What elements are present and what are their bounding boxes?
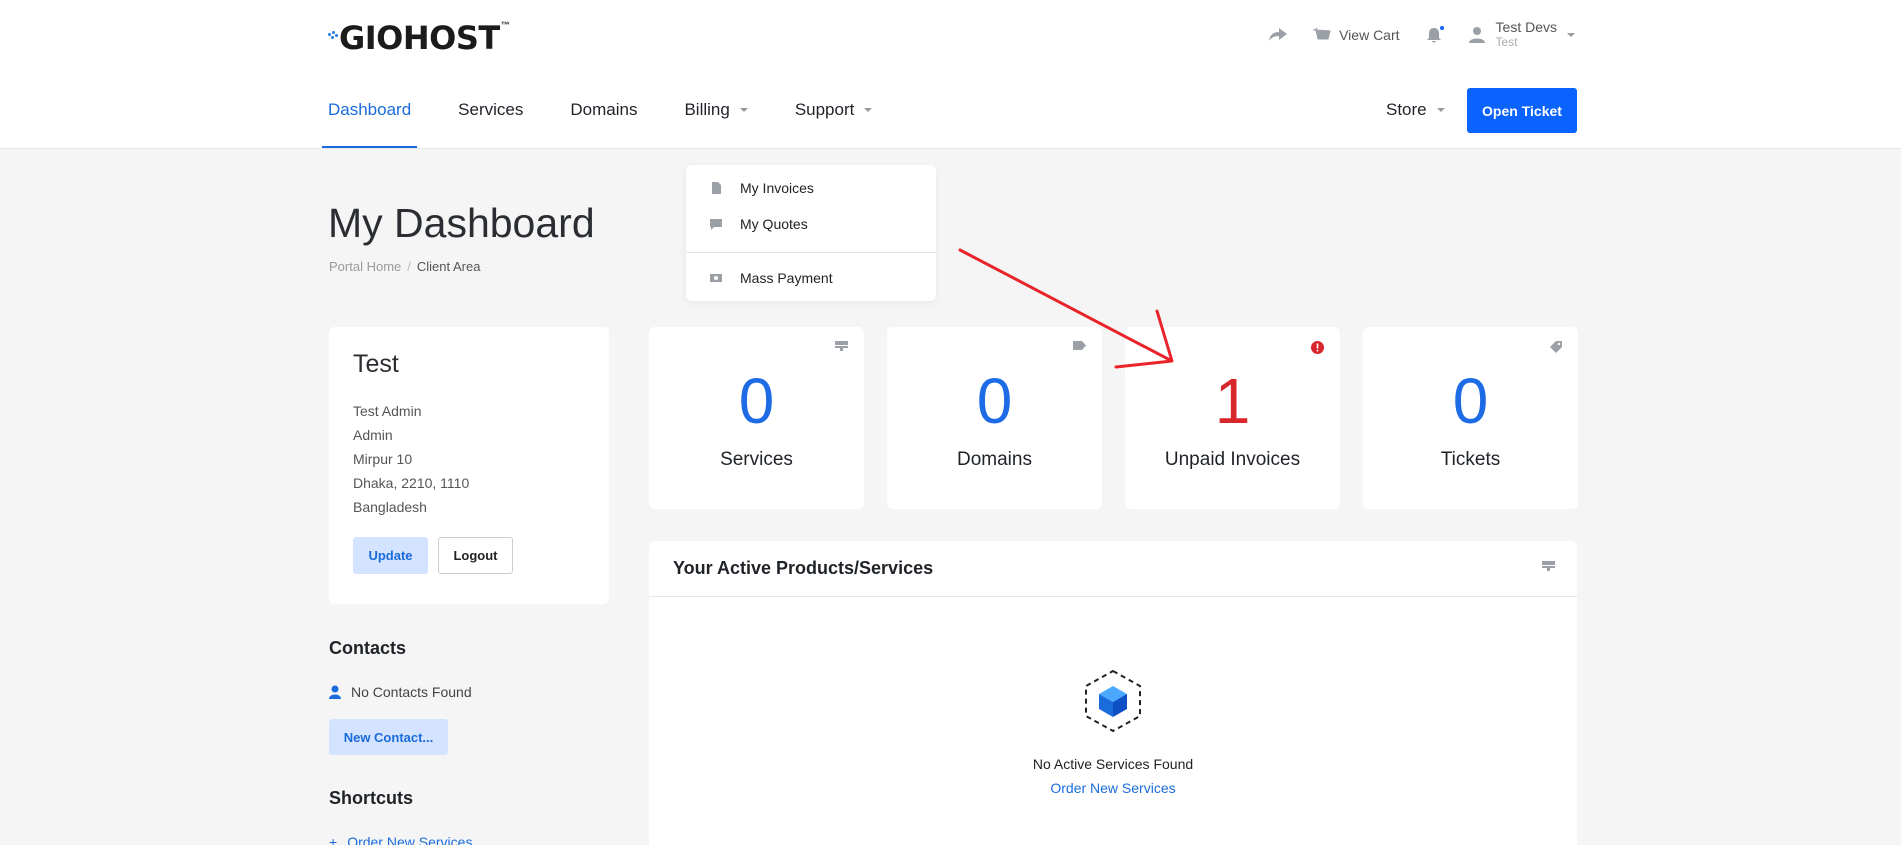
client-address-line: Bangladesh	[353, 499, 427, 515]
order-new-services-link[interactable]: Order New Services	[649, 780, 1577, 796]
no-contacts-row: No Contacts Found	[329, 684, 472, 700]
cart-icon	[1313, 27, 1331, 40]
nav-domains[interactable]: Domains	[564, 88, 643, 148]
alert-icon	[1311, 341, 1324, 354]
nav-services-label: Services	[458, 100, 524, 119]
stat-tile-services[interactable]: 0 Services	[649, 327, 864, 509]
stat-value: 1	[1214, 365, 1251, 437]
breadcrumb-current: Client Area	[416, 259, 481, 274]
nav-dashboard-label: Dashboard	[328, 100, 412, 119]
server-icon	[1542, 561, 1555, 571]
brand-logo[interactable]: GIOHOST ™	[328, 19, 510, 57]
logo-dots-icon	[328, 31, 338, 45]
menu-item-label: My Quotes	[740, 216, 808, 232]
chevron-down-icon	[864, 108, 873, 112]
menu-divider	[686, 252, 936, 253]
main-nav: Dashboard Services Domains Billing Suppo…	[322, 88, 913, 148]
user-name: Test Devs	[1495, 19, 1557, 35]
plus-icon: +	[329, 834, 338, 845]
comment-icon	[710, 219, 722, 230]
logout-button[interactable]: Logout	[438, 537, 513, 574]
empty-state-text: No Active Services Found	[1032, 756, 1194, 772]
brand-tm: ™	[500, 20, 510, 30]
panel-header: Your Active Products/Services	[649, 541, 1577, 597]
stat-label: Domains	[957, 449, 1032, 470]
stat-value: 0	[1452, 365, 1489, 437]
billing-dropdown-menu: My Invoices My Quotes Mass Payment	[686, 165, 936, 301]
nav-services[interactable]: Services	[452, 88, 529, 148]
notification-dot	[1438, 24, 1445, 31]
breadcrumb-separator: /	[407, 259, 411, 274]
stat-tile-domains[interactable]: 0 Domains	[887, 327, 1102, 509]
stat-tile-tickets[interactable]: 0 Tickets	[1363, 327, 1578, 509]
stat-tile-unpaid-invoices[interactable]: 1 Unpaid Invoices	[1125, 327, 1340, 509]
menu-item-label: Mass Payment	[740, 270, 833, 286]
stat-value: 0	[976, 365, 1013, 437]
breadcrumb-home[interactable]: Portal Home	[329, 259, 401, 274]
client-address-line: Dhaka, 2210, 1110	[353, 475, 470, 491]
breadcrumb: Portal Home / Client Area	[329, 259, 480, 274]
shortcuts-heading: Shortcuts	[329, 788, 414, 808]
nav-dashboard[interactable]: Dashboard	[322, 88, 418, 148]
client-details-card: Test Test Admin Admin Mirpur 10 Dhaka, 2…	[329, 327, 609, 604]
stat-label: Unpaid Invoices	[1164, 449, 1301, 470]
open-ticket-button[interactable]: Open Ticket	[1467, 88, 1577, 133]
stat-label: Services	[720, 449, 793, 470]
nav-domains-label: Domains	[570, 100, 638, 119]
user-sub: Test	[1495, 35, 1518, 49]
package-box-icon	[1085, 669, 1141, 733]
nav-store[interactable]: Store	[1386, 100, 1445, 120]
menu-item-mass-payment[interactable]: Mass Payment	[686, 260, 936, 296]
client-name: Test	[353, 350, 399, 378]
update-button[interactable]: Update	[353, 537, 428, 574]
client-address-line: Admin	[353, 427, 393, 443]
share-icon[interactable]	[1269, 28, 1288, 42]
chevron-down-icon	[1436, 108, 1445, 112]
user-menu[interactable]: Test Devs Test	[1468, 20, 1575, 50]
chevron-down-icon	[739, 108, 748, 112]
menu-item-my-invoices[interactable]: My Invoices	[686, 170, 936, 206]
notifications-bell-icon[interactable]	[1426, 24, 1445, 44]
nav-billing[interactable]: Billing	[678, 88, 753, 148]
client-address-line: Test Admin	[353, 403, 422, 419]
header-utilities: View Cart Test Devs Test	[1269, 20, 1575, 50]
nav-store-label: Store	[1386, 100, 1427, 119]
ticket-tag-icon	[1550, 341, 1562, 353]
view-cart-link[interactable]: View Cart	[1313, 27, 1400, 43]
top-header: GIOHOST ™ View Cart Test Devs Test Dashb…	[0, 0, 1901, 149]
client-address-line: Mirpur 10	[353, 451, 413, 467]
menu-item-my-quotes[interactable]: My Quotes	[686, 206, 936, 242]
document-icon	[712, 182, 721, 194]
contacts-heading: Contacts	[329, 638, 407, 658]
user-caret-icon	[1567, 33, 1575, 37]
view-cart-label: View Cart	[1339, 27, 1400, 43]
user-icon	[1468, 27, 1485, 43]
menu-item-label: My Invoices	[740, 180, 814, 196]
server-icon	[835, 341, 848, 351]
no-contacts-text: No Contacts Found	[351, 684, 472, 700]
money-icon	[710, 274, 722, 282]
nav-support[interactable]: Support	[789, 88, 879, 148]
panel-title: Your Active Products/Services	[673, 558, 934, 578]
user-icon	[329, 685, 341, 699]
nav-billing-label: Billing	[684, 100, 730, 119]
tag-icon	[1073, 341, 1086, 350]
stat-value: 0	[738, 365, 775, 437]
empty-state: No Active Services Found Order New Servi…	[649, 669, 1577, 796]
new-contact-button[interactable]: New Contact...	[329, 719, 448, 755]
stat-label: Tickets	[1440, 449, 1501, 470]
active-products-panel: Your Active Products/Services No Active …	[649, 541, 1577, 845]
nav-support-label: Support	[794, 100, 855, 119]
shortcut-label: Order New Services	[347, 834, 473, 845]
brand-name: GIOHOST	[339, 19, 500, 57]
shortcut-order-new-services[interactable]: + Order New Services	[329, 834, 472, 845]
page-title: My Dashboard	[328, 200, 595, 246]
